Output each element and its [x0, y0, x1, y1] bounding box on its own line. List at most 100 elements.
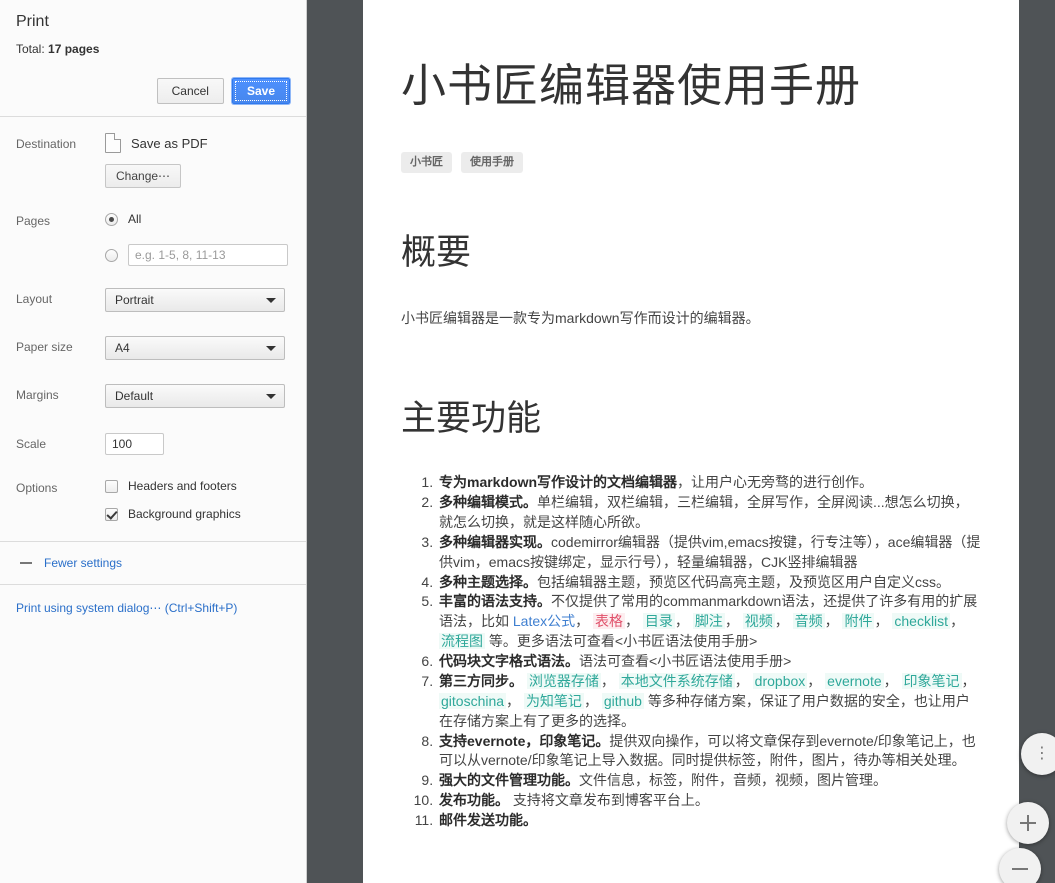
feature-item: 强大的文件管理功能。文件信息，标签，附件，音频，视频，图片管理。 — [437, 771, 981, 791]
scale-row: Scale — [0, 433, 306, 455]
pages-all-label: All — [128, 212, 142, 226]
feature-title: 强大的文件管理功能。 — [439, 772, 579, 789]
feature-tail: 等。更多语法可查看<小书匠语法使用手册> — [488, 633, 758, 650]
pages-all-option[interactable]: All — [105, 210, 290, 228]
feature-item: 专为markdown写作设计的文档编辑器，让用户心无旁骛的进行创作。 — [437, 473, 981, 493]
total-pages-text: Total: 17 pages — [16, 42, 290, 56]
headers-footers-label: Headers and footers — [128, 479, 237, 493]
feature-link[interactable]: checklist — [892, 613, 951, 630]
minus-icon — [20, 562, 32, 564]
destination-value: Save as PDF — [131, 135, 208, 151]
feature-link[interactable]: 附件 — [842, 613, 875, 630]
radio-pages-custom[interactable] — [105, 248, 118, 262]
feature-link[interactable]: 脚注 — [692, 613, 725, 630]
tag-list: 小书匠 使用手册 — [401, 152, 981, 174]
pages-control: All — [105, 210, 290, 266]
headers-footers-option[interactable]: Headers and footers — [105, 477, 290, 495]
options-row: Options Headers and footers Background g… — [0, 477, 306, 541]
more-options-button[interactable]: ⋮ — [1021, 733, 1055, 775]
print-settings-panel: Print Total: 17 pages Cancel Save Destin… — [0, 0, 307, 883]
scale-label: Scale — [16, 437, 47, 451]
zoom-in-button[interactable] — [1007, 802, 1049, 844]
zoom-out-button[interactable] — [999, 848, 1041, 883]
margins-control: Default — [105, 384, 290, 408]
feature-link[interactable]: 视频 — [742, 613, 775, 630]
plus-icon — [1020, 815, 1036, 831]
feature-description: 包括编辑器主题，预览区代码高亮主题，及预览区用户自定义css。 — [537, 573, 950, 590]
layout-value: Portrait — [115, 293, 154, 307]
pages-custom-option[interactable] — [105, 244, 290, 266]
feature-item: 支持evernote，印象笔记。提供双向操作，可以将文章保存到evernote/… — [437, 732, 981, 772]
paper-size-control: A4 — [105, 336, 290, 360]
radio-pages-all[interactable] — [105, 212, 118, 226]
feature-link[interactable]: 印象笔记 — [901, 672, 962, 689]
feature-item: 发布功能。 支持将文章发布到博客平台上。 — [437, 791, 981, 811]
scale-input[interactable] — [105, 433, 164, 455]
layout-select[interactable]: Portrait — [105, 288, 285, 312]
margins-select[interactable]: Default — [105, 384, 285, 408]
paper-size-label: Paper size — [16, 340, 73, 354]
change-destination-button[interactable]: Change⋯ — [105, 164, 182, 188]
print-preview-screen: Print Total: 17 pages Cancel Save Destin… — [0, 0, 1055, 883]
print-system-dialog-link[interactable]: Print using system dialog⋯ (Ctrl+Shift+P… — [16, 601, 237, 615]
feature-title: 代码块文字格式语法。 — [439, 653, 579, 670]
checkbox-headers-and-footers[interactable] — [105, 479, 118, 493]
chevron-down-icon — [266, 298, 276, 303]
destination-label: Destination — [16, 137, 77, 151]
feature-item: 多种编辑器实现。codemirror编辑器（提供vim,emacs按键，行专注等… — [437, 533, 981, 573]
feature-link[interactable]: 目录 — [642, 613, 675, 630]
options-label: Options — [16, 481, 58, 495]
feature-link[interactable]: 流程图 — [439, 633, 485, 650]
feature-item: 丰富的语法支持。不仅提供了常用的commanmarkdown语法，还提供了许多有… — [437, 592, 981, 652]
feature-title: 第三方同步。 — [439, 672, 523, 689]
preview-page: 小书匠编辑器使用手册 小书匠 使用手册 概要 小书匠编辑器是一款专为markdo… — [363, 0, 1019, 883]
document-heading: 小书匠编辑器使用手册 — [401, 60, 862, 111]
feature-link[interactable]: dropbox — [752, 672, 808, 689]
feature-link[interactable]: 浏览器存储 — [526, 672, 601, 689]
total-pages-value: 17 pages — [48, 42, 100, 56]
fewer-settings-link[interactable]: Fewer settings — [44, 556, 122, 570]
margins-value: Default — [115, 389, 154, 403]
feature-description: ，让用户心无旁骛的进行创作。 — [677, 474, 874, 491]
feature-title: 丰富的语法支持。 — [439, 593, 551, 610]
document-icon — [105, 133, 121, 153]
feature-link[interactable]: 音频 — [792, 613, 825, 630]
tag-item: 使用手册 — [461, 152, 523, 174]
feature-link[interactable]: Latex公式 — [513, 613, 575, 629]
feature-link[interactable]: evernote — [825, 672, 884, 689]
destination-row: Destination Save as PDF Change⋯ — [0, 133, 306, 188]
options-control: Headers and footers Background graphics — [105, 477, 290, 523]
feature-description: 文件信息，标签，附件，音频，视频，图片管理。 — [579, 772, 887, 789]
feature-link[interactable]: gitoschina — [439, 692, 507, 709]
feature-link[interactable]: github — [601, 692, 644, 709]
fewer-settings-row[interactable]: Fewer settings — [0, 542, 306, 584]
print-panel-header: Print Total: 17 pages — [0, 0, 306, 66]
feature-title: 多种主题选择。 — [439, 573, 537, 590]
feature-item: 第三方同步。 浏览器存储， 本地文件系统存储， dropbox， evernot… — [437, 672, 981, 732]
pages-range-input[interactable] — [128, 244, 288, 266]
cancel-button[interactable]: Cancel — [156, 78, 224, 104]
page-title: Print — [16, 13, 49, 30]
feature-tail: 等多种存储方案，保证了用户数据的安全，也让用户在存储方案上有了更多的选择。 — [439, 692, 970, 729]
minus-icon — [1012, 861, 1028, 877]
feature-link[interactable]: 本地文件系统存储 — [618, 672, 735, 689]
pages-row: Pages All — [0, 210, 306, 266]
destination-value-line: Save as PDF — [105, 133, 290, 153]
more-vertical-icon: ⋮ — [1034, 745, 1050, 762]
dialog-actions: Cancel Save — [0, 66, 306, 116]
tag-item: 小书匠 — [401, 152, 452, 174]
feature-link[interactable]: 表格 — [593, 613, 626, 630]
total-prefix: Total: — [16, 42, 49, 56]
layout-control: Portrait — [105, 288, 290, 312]
background-graphics-option[interactable]: Background graphics — [105, 505, 290, 523]
feature-title: 多种编辑器实现。 — [439, 533, 551, 550]
feature-link[interactable]: 为知笔记 — [523, 692, 584, 709]
chevron-down-icon — [266, 394, 276, 399]
section-heading-overview: 概要 — [401, 233, 472, 273]
save-button[interactable]: Save — [231, 78, 290, 104]
pages-label: Pages — [16, 214, 51, 228]
feature-list: 专为markdown写作设计的文档编辑器，让用户心无旁骛的进行创作。多种编辑模式… — [401, 473, 981, 831]
feature-description: 语法可查看<小书匠语法使用手册> — [579, 653, 792, 670]
checkbox-background-graphics[interactable] — [105, 507, 118, 521]
paper-size-select[interactable]: A4 — [105, 336, 285, 360]
